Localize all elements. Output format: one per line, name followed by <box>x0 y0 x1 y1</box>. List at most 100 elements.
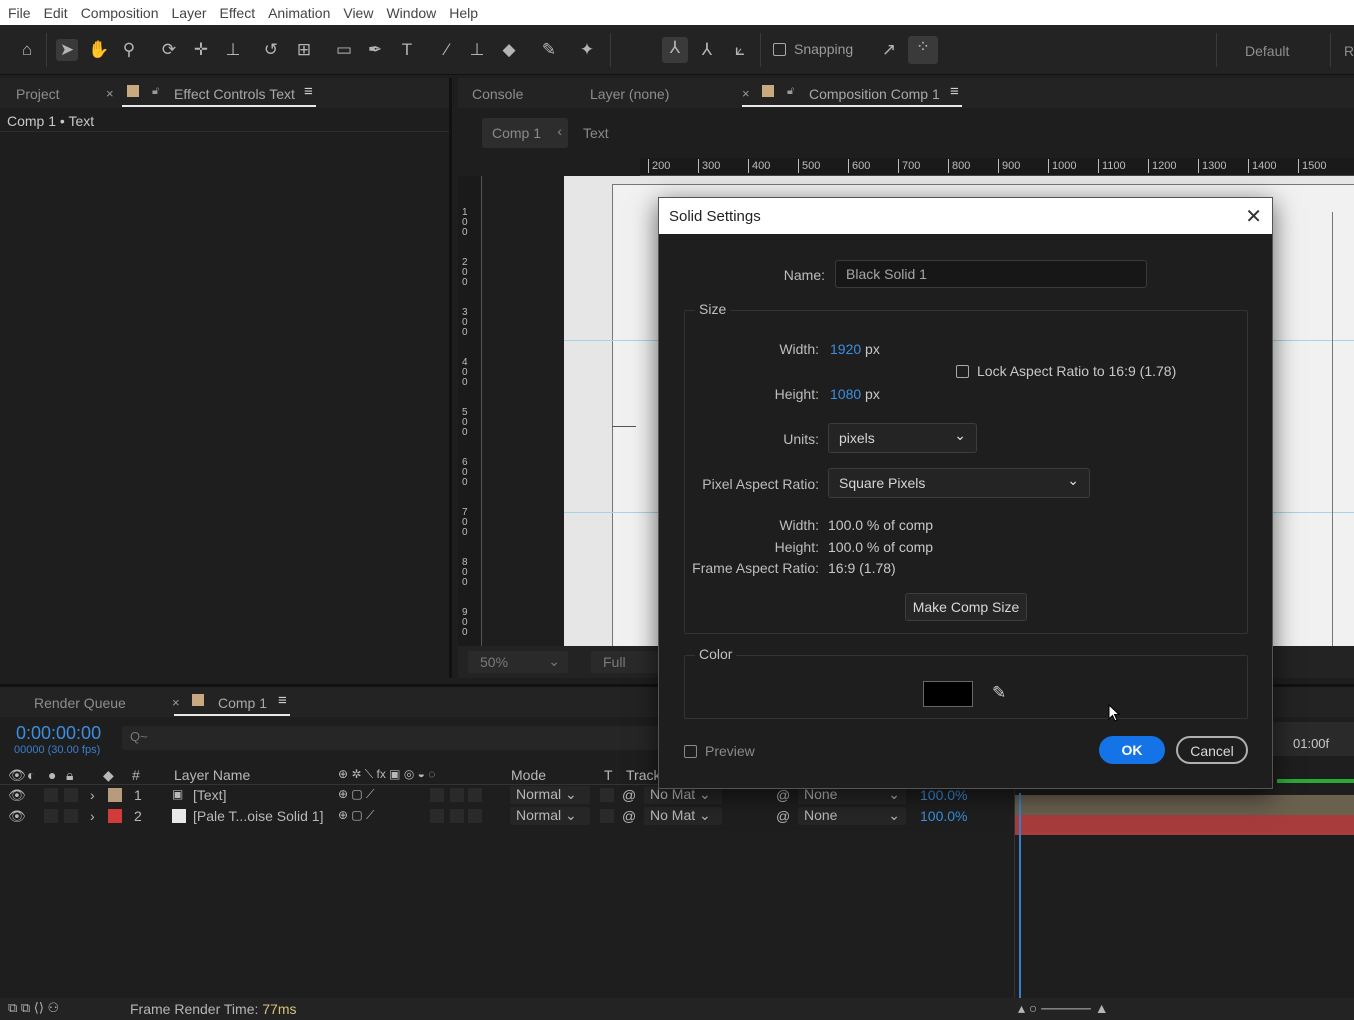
switches-icon[interactable]: ⊕ ▢ ⟋ <box>338 808 374 823</box>
lock-icon[interactable]: 🔓︎ <box>787 85 794 98</box>
clone-stamp-tool-icon[interactable]: ⊥ <box>466 39 488 61</box>
chevron-right-icon[interactable]: › <box>90 787 95 803</box>
selection-tool-icon[interactable]: ➤ <box>56 39 78 61</box>
track-matte-select[interactable]: No Mat ⌄ <box>644 807 722 825</box>
menu-layer[interactable]: Layer <box>172 5 207 21</box>
switch-box[interactable] <box>430 809 444 823</box>
eraser-tool-icon[interactable]: ◆ <box>498 39 520 61</box>
parent-select[interactable]: None ⌄ <box>798 807 906 825</box>
solo-icon[interactable]: ● <box>48 767 56 783</box>
tab-layer[interactable]: Layer (none) <box>590 86 669 102</box>
snap-edges-icon[interactable]: ↗ <box>878 39 900 61</box>
home-icon[interactable]: ⌂ <box>16 39 38 61</box>
layer-name[interactable]: [Text] <box>193 787 226 803</box>
breadcrumb-comp[interactable]: Comp 1 ‹ <box>482 118 568 148</box>
world-axis-icon[interactable]: ⅄ <box>696 39 718 61</box>
eye-icon[interactable]: 👁︎ <box>8 787 26 804</box>
close-icon[interactable]: × <box>172 695 180 710</box>
orbit-camera-icon[interactable]: ⟳ <box>158 39 180 61</box>
ok-button[interactable]: OK <box>1099 736 1165 764</box>
work-area-bar[interactable] <box>1277 779 1354 783</box>
pen-tool-icon[interactable]: ✒ <box>364 39 386 61</box>
label-color-swatch[interactable] <box>108 809 122 823</box>
make-comp-size-button[interactable]: Make Comp Size <box>905 593 1027 621</box>
menu-edit[interactable]: Edit <box>44 5 68 21</box>
pan-behind-tool-icon[interactable]: ⊞ <box>293 39 315 61</box>
menu-view[interactable]: View <box>343 5 373 21</box>
stretch-value[interactable]: 100.0% <box>920 808 967 824</box>
zoom-slider[interactable]: ▴ ○ ───── ▲ <box>1018 1000 1109 1017</box>
width-value[interactable]: 1920 <box>830 341 861 357</box>
brush-tool-icon[interactable]: ⁄ <box>436 39 458 61</box>
lock-aspect-ratio-checkbox[interactable] <box>956 364 969 378</box>
lock-box[interactable] <box>64 788 78 802</box>
chevron-right-icon[interactable]: › <box>90 808 95 824</box>
resolution-select[interactable]: Full <box>591 651 661 673</box>
layer-bar[interactable] <box>1015 815 1354 835</box>
preserve-transparency-box[interactable] <box>600 788 614 802</box>
layer-bar[interactable] <box>1015 795 1354 815</box>
mode-select[interactable]: Normal ⌄ <box>510 807 590 825</box>
roto-brush-tool-icon[interactable]: ✎ <box>538 39 560 61</box>
snapping-toggle[interactable]: Snapping <box>773 41 853 57</box>
status-toggle-icons[interactable]: ⧉ ⧉ ⟨⟩ ⚇ <box>8 1000 59 1016</box>
lock-icon[interactable]: 🔒︎ <box>66 767 73 784</box>
layer-search-input[interactable]: Q~ <box>122 726 662 750</box>
snapping-checkbox[interactable] <box>773 42 786 56</box>
cancel-button[interactable]: Cancel <box>1176 736 1248 764</box>
label-color-swatch[interactable] <box>108 788 122 802</box>
stretch-value[interactable]: 100.0% <box>920 787 967 803</box>
switch-box[interactable] <box>430 788 444 802</box>
view-axis-icon[interactable]: ⟀ <box>729 39 751 61</box>
pickwhip-icon[interactable]: @ <box>776 787 790 803</box>
local-axis-icon[interactable]: ⅄ <box>662 37 688 63</box>
tab-comp[interactable]: Comp 1 <box>218 695 267 711</box>
current-timecode[interactable]: 0:00:00:00 <box>16 723 101 744</box>
switch-box[interactable] <box>450 809 464 823</box>
breadcrumb-layer[interactable]: Text <box>583 125 609 141</box>
menu-help[interactable]: Help <box>449 5 478 21</box>
dolly-camera-icon[interactable]: ⊥ <box>222 39 244 61</box>
panel-menu-icon[interactable]: ≡ <box>950 83 959 100</box>
switch-box[interactable] <box>468 788 482 802</box>
tab-project[interactable]: Project <box>16 86 60 102</box>
zoom-select[interactable]: 50% ⌄ <box>468 651 568 673</box>
switch-box[interactable] <box>468 809 482 823</box>
label-tag-icon[interactable]: ◆ <box>103 767 114 784</box>
tab-composition[interactable]: Composition Comp 1 <box>809 86 940 102</box>
eye-icon[interactable]: 👁︎ <box>8 767 26 784</box>
solo-box[interactable] <box>44 809 58 823</box>
layer-row[interactable]: 👁︎ › 2 [Pale T...oise Solid 1] ⊕ ▢ ⟋ Nor… <box>0 806 1014 826</box>
lock-icon[interactable]: 🔓︎ <box>152 85 159 98</box>
panel-menu-icon[interactable]: ≡ <box>304 83 313 100</box>
color-swatch[interactable] <box>923 681 973 707</box>
menu-file[interactable]: File <box>8 5 31 21</box>
menu-composition[interactable]: Composition <box>81 5 159 21</box>
lock-box[interactable] <box>64 809 78 823</box>
type-tool-icon[interactable]: T <box>396 39 418 61</box>
current-time-indicator[interactable] <box>1019 793 1021 1001</box>
rectangle-tool-icon[interactable]: ▭ <box>333 39 355 61</box>
snap-features-icon[interactable]: ⁘ <box>908 36 938 64</box>
preview-checkbox[interactable] <box>684 744 697 758</box>
audio-icon[interactable]: ◐ <box>27 767 35 783</box>
workspace-default[interactable]: Default <box>1245 43 1289 59</box>
tab-console[interactable]: Console <box>472 86 523 102</box>
hand-tool-icon[interactable]: ✋ <box>88 39 110 61</box>
switch-box[interactable] <box>450 788 464 802</box>
eye-icon[interactable]: 👁︎ <box>8 808 26 825</box>
switches-icon[interactable]: ⊕ ▢ ⟋ <box>338 787 374 802</box>
workspace-next[interactable]: R <box>1344 43 1354 59</box>
rotation-tool-icon[interactable]: ↺ <box>260 39 282 61</box>
menu-effect[interactable]: Effect <box>220 5 256 21</box>
close-icon[interactable]: × <box>742 86 750 101</box>
puppet-tool-icon[interactable]: ✦ <box>576 39 598 61</box>
name-field[interactable]: Black Solid 1 <box>835 260 1147 288</box>
close-icon[interactable]: ✕ <box>1245 204 1262 229</box>
tab-effect-controls[interactable]: Effect Controls Text <box>174 86 295 102</box>
pixel-aspect-ratio-select[interactable]: Square Pixels ⌄ <box>828 468 1090 498</box>
time-ruler[interactable]: 01:00f <box>1273 722 1354 756</box>
pickwhip-icon[interactable]: @ <box>776 808 790 824</box>
preserve-transparency-box[interactable] <box>600 809 614 823</box>
panel-menu-icon[interactable]: ≡ <box>278 692 287 709</box>
